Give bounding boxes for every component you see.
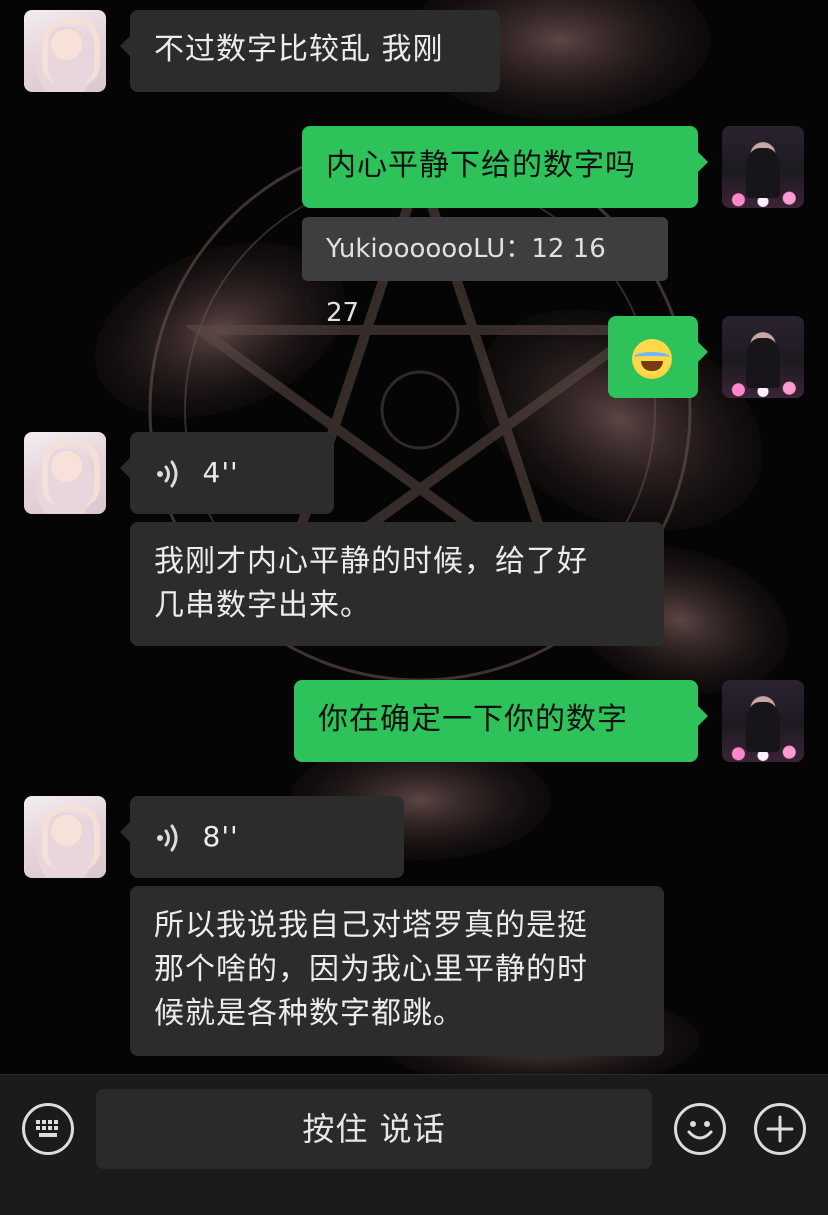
message-line: 候就是各种数字都跳。 [154,996,464,1031]
my-avatar[interactable] [722,316,804,398]
keyboard-icon [36,1120,58,1137]
smiley-icon [687,1121,713,1140]
my-avatar[interactable] [722,680,804,762]
hold-to-talk-button[interactable]: 按住 说话 [96,1089,652,1169]
plus-icon [766,1115,794,1143]
message-text: 内心平静下给的数字吗 [326,148,636,183]
emoji-button[interactable] [674,1103,726,1155]
chat-input-bar: 按住 说话 [0,1074,828,1215]
message-line: 所以我说我自己对塔罗真的是挺 [154,908,588,943]
message-line: 几串数字出来。 [154,588,371,623]
quoted-message[interactable]: YukiooooooLU：12 16 27 [302,217,668,328]
message-bubble[interactable]: 你在确定一下你的数字 [294,680,708,762]
face-with-tears-of-joy-icon [632,338,672,379]
message-bubble[interactable] [608,316,708,398]
message-text: 你在确定一下你的数字 [318,702,628,737]
keyboard-toggle-button[interactable] [22,1103,74,1155]
message-bubble[interactable]: 所以我说我自己对塔罗真的是挺 那个啥的，因为我心里平静的时 候就是各种数字都跳。 [130,886,664,1056]
message-bubble[interactable]: 不过数字比较乱 我刚 [120,10,500,92]
message-line: 我刚才内心平静的时候，给了好 [154,544,588,579]
peer-avatar[interactable] [24,432,106,514]
voice-duration: 4'' [202,456,239,489]
voice-wave-icon [157,460,178,487]
my-avatar[interactable] [722,126,804,208]
message-bubble[interactable]: 内心平静下给的数字吗 [302,126,708,208]
voice-duration: 8'' [202,820,239,853]
more-options-button[interactable] [754,1103,806,1155]
message-text: 不过数字比较乱 我刚 [154,32,444,67]
peer-avatar[interactable] [24,10,106,92]
peer-avatar[interactable] [24,796,106,878]
message-line: 那个啥的，因为我心里平静的时 [154,952,588,987]
voice-message[interactable]: 8'' [120,796,404,878]
message-bubble[interactable]: 我刚才内心平静的时候，给了好 几串数字出来。 [130,522,664,646]
voice-message[interactable]: 4'' [120,432,334,514]
voice-wave-icon [157,824,178,851]
